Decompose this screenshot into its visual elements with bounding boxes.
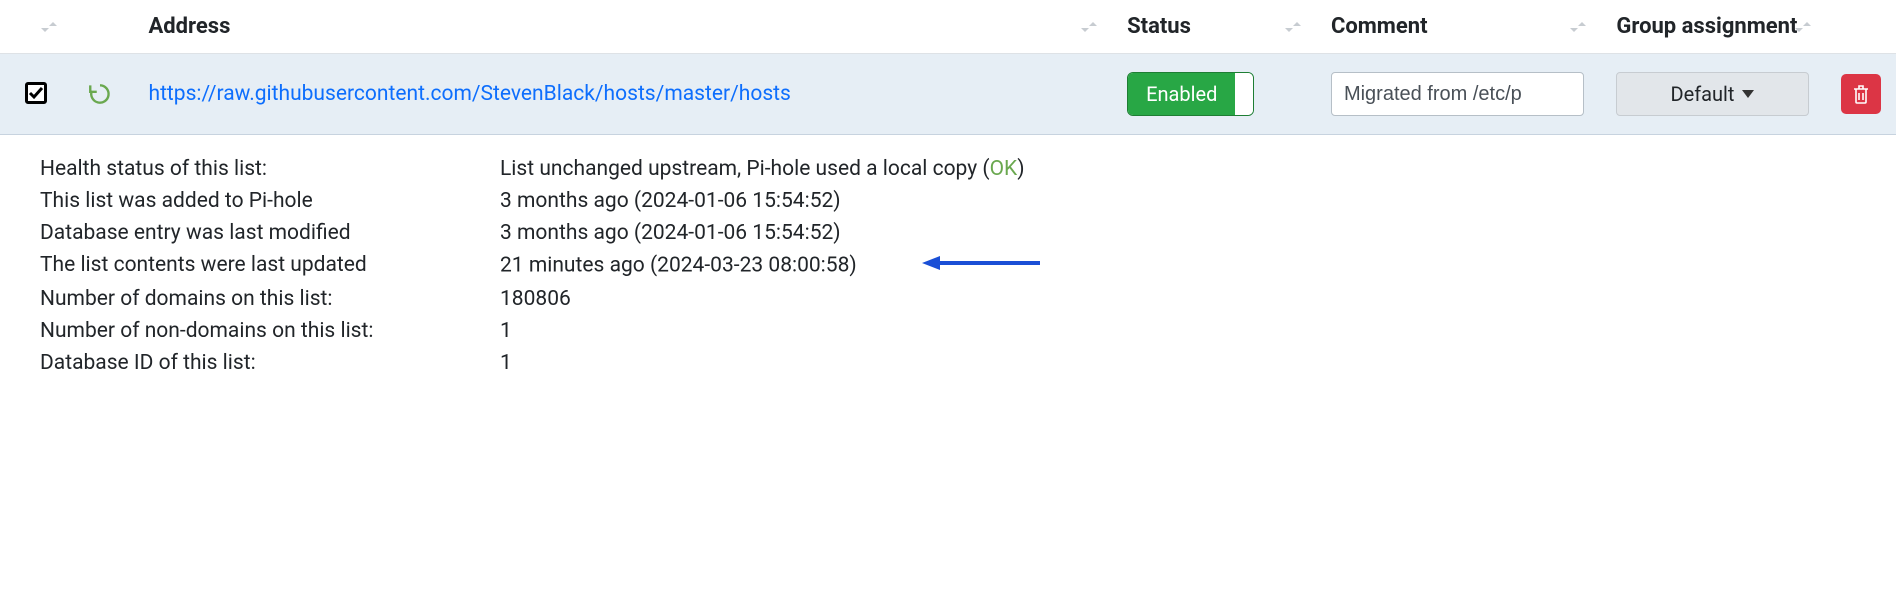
chevron-down-icon [1742, 90, 1754, 98]
detail-value-modified: 3 months ago (2024-01-06 15:54:52) [500, 221, 1856, 245]
list-details-panel: Health status of this list: List unchang… [0, 135, 1896, 397]
sort-icon [1283, 16, 1303, 38]
status-toggle[interactable]: Enabled [1127, 72, 1254, 116]
annotation-arrow-icon [922, 253, 1042, 279]
delete-button[interactable] [1841, 74, 1881, 114]
detail-label-updated: The list contents were last updated [40, 253, 500, 279]
column-header-label: Group assignment [1616, 14, 1797, 39]
column-header-checkbox[interactable] [0, 0, 71, 54]
column-header-comment[interactable]: Comment [1315, 0, 1600, 54]
sort-icon [1079, 16, 1099, 38]
detail-label-added: This list was added to Pi-hole [40, 189, 500, 213]
detail-label-nondomains: Number of non-domains on this list: [40, 319, 500, 343]
column-header-reload [71, 0, 132, 54]
column-header-group[interactable]: Group assignment [1600, 0, 1824, 54]
column-header-label: Status [1127, 14, 1191, 39]
detail-label-dbid: Database ID of this list: [40, 351, 500, 375]
group-label: Default [1670, 82, 1734, 106]
detail-value-dbid: 1 [500, 351, 1856, 375]
detail-label-health: Health status of this list: [40, 157, 500, 181]
sort-icon [39, 16, 59, 38]
detail-value-nondomains: 1 [500, 319, 1856, 343]
table-row[interactable]: https://raw.githubusercontent.com/Steven… [0, 54, 1896, 135]
column-header-label: Address [149, 14, 231, 39]
sort-icon [1568, 16, 1588, 38]
column-header-label: Comment [1331, 14, 1428, 39]
detail-value-updated: 21 minutes ago (2024-03-23 08:00:58) [500, 253, 1856, 279]
detail-label-modified: Database entry was last modified [40, 221, 500, 245]
column-header-status[interactable]: Status [1111, 0, 1315, 54]
detail-label-domains: Number of domains on this list: [40, 287, 500, 311]
detail-value-domains: 180806 [500, 287, 1856, 311]
history-icon[interactable] [87, 81, 116, 107]
comment-input[interactable] [1331, 72, 1584, 116]
row-checkbox[interactable] [25, 82, 47, 104]
toggle-handle [1235, 73, 1253, 115]
trash-icon [1851, 83, 1871, 105]
detail-value-health: List unchanged upstream, Pi-hole used a … [500, 157, 1856, 181]
group-assignment-dropdown[interactable]: Default [1616, 72, 1808, 116]
check-icon [28, 85, 44, 101]
column-header-address[interactable]: Address [133, 0, 1112, 54]
list-address-link[interactable]: https://raw.githubusercontent.com/Steven… [149, 82, 791, 106]
detail-value-added: 3 months ago (2024-01-06 15:54:52) [500, 189, 1856, 213]
column-header-delete [1825, 0, 1896, 54]
sort-icon [1793, 16, 1813, 38]
ok-status: OK [990, 157, 1018, 181]
status-toggle-label: Enabled [1128, 73, 1235, 115]
